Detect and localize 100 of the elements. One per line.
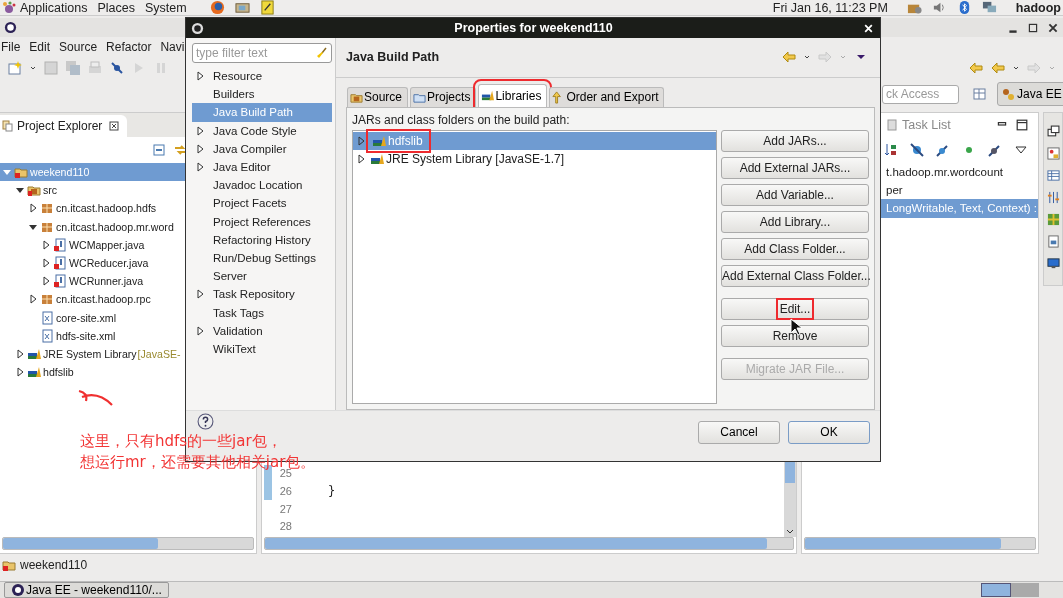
scroll-thumb[interactable] (785, 461, 795, 483)
close-icon[interactable] (1047, 21, 1059, 34)
table-icon[interactable] (1046, 169, 1060, 182)
eclipse-icon (11, 583, 25, 597)
back-arrow-icon[interactable] (990, 60, 1006, 76)
settings-page-item[interactable]: Java Code Style (192, 121, 332, 140)
servers-icon[interactable] (1046, 147, 1060, 160)
tree-arrow-icon[interactable] (195, 289, 205, 300)
hide-static-icon[interactable] (935, 142, 951, 158)
skip-breakpoints-icon[interactable] (109, 60, 125, 76)
settings-page-item[interactable]: WikiText (192, 339, 332, 358)
panel-menu[interactable]: System (144, 0, 187, 15)
settings-page-item[interactable]: Task Repository (192, 285, 332, 304)
list-label: JARs and class folders on the build path: (352, 112, 571, 127)
restore-icon[interactable] (1046, 125, 1060, 138)
ok-button[interactable]: OK (788, 420, 870, 444)
gnome-foot-icon[interactable] (2, 0, 16, 15)
scrollbar[interactable] (2, 537, 254, 550)
workspace-switcher[interactable] (981, 583, 1039, 597)
tree-label: WCRunner.java (69, 275, 144, 288)
tree-arrow-icon[interactable] (41, 258, 51, 269)
image-viewer-icon[interactable] (233, 0, 251, 15)
maximize-icon[interactable] (1016, 119, 1028, 131)
view-tab[interactable]: Project Explorer (0, 115, 128, 137)
broom-icon[interactable] (316, 47, 328, 59)
settings-page-item[interactable]: Task Tags (192, 303, 332, 322)
tree-arrow-icon[interactable] (356, 153, 366, 164)
settings-page-item[interactable]: Resource (192, 67, 332, 86)
sort-icon[interactable] (883, 142, 899, 158)
dropdown-caret-icon[interactable] (1012, 64, 1020, 72)
tree-arrow-icon[interactable] (15, 348, 25, 359)
menu-item[interactable]: Edit (29, 39, 51, 54)
maximize-icon[interactable] (1027, 21, 1039, 34)
notepad-icon[interactable] (258, 0, 276, 15)
settings-page-item[interactable]: Builders (192, 85, 332, 104)
panel-menu[interactable]: Places (97, 0, 135, 15)
scrollbar[interactable] (804, 537, 1036, 550)
tab[interactable]: Source (347, 86, 409, 107)
close-icon[interactable] (109, 121, 120, 131)
tab[interactable]: Order and Export (549, 86, 665, 107)
tree-arrow-icon[interactable] (28, 294, 38, 305)
action-button[interactable]: Add External JARs... (721, 156, 869, 179)
panel-menu[interactable]: Applications (20, 0, 88, 15)
browser-icon[interactable] (208, 0, 226, 15)
filter-field[interactable]: type filter text (192, 43, 332, 63)
menu-item[interactable]: File (1, 39, 21, 54)
monitor-icon[interactable] (1046, 257, 1060, 270)
action-button[interactable]: Remove (721, 324, 869, 347)
settings-page-item[interactable]: Validation (192, 321, 332, 340)
clock[interactable]: Fri Jan 16, 11:23 PM (772, 0, 888, 15)
menu-item[interactable]: Refactor (106, 39, 152, 54)
action-button[interactable]: Add Variable... (721, 183, 869, 206)
scrollbar[interactable] (264, 537, 794, 550)
project-folder-icon (2, 558, 16, 572)
hide-local-icon[interactable] (987, 142, 1003, 158)
action-button[interactable]: Add External Class Folder... (721, 264, 869, 287)
tree-arrow-icon[interactable] (195, 162, 205, 173)
tree-arrow-icon[interactable] (41, 276, 51, 287)
settings-page-item[interactable]: Server (192, 267, 332, 286)
tree-arrow-icon[interactable] (195, 325, 205, 336)
tree-arrow-icon[interactable] (195, 143, 205, 154)
page-heading: Java Build Path (346, 50, 440, 65)
settings-page-item[interactable]: Run/Debug Settings (192, 248, 332, 268)
last-edit-icon[interactable] (968, 60, 984, 76)
sliders-icon[interactable] (1046, 191, 1060, 204)
action-button[interactable]: Add Library... (721, 210, 869, 233)
menu-item[interactable]: Source (59, 39, 98, 54)
open-perspective-icon[interactable] (972, 86, 988, 102)
collapse-all-icon[interactable] (151, 142, 167, 158)
quick-access-field[interactable]: ck Access (882, 84, 959, 104)
tree-arrow-icon[interactable] (195, 71, 205, 82)
user-name[interactable]: hadoop (1015, 0, 1061, 15)
network-icon[interactable] (980, 0, 998, 15)
tree-arrow-icon[interactable] (195, 125, 205, 136)
task-list-icon (886, 119, 898, 131)
console-icon[interactable] (1046, 235, 1060, 248)
package-icon (40, 292, 54, 307)
perspective-button[interactable]: Java EE (997, 82, 1063, 106)
action-button[interactable]: Add Class Folder... (721, 237, 869, 260)
action-button[interactable]: Add JARs... (721, 129, 869, 152)
menu-item[interactable]: Navi (160, 39, 185, 54)
tree-item[interactable]: hdfslib (0, 363, 256, 382)
map-icon[interactable] (1046, 213, 1060, 226)
view-tab[interactable]: Task List (886, 118, 951, 132)
tree-arrow-icon[interactable] (28, 203, 38, 214)
settings-page-item[interactable]: Refactoring History (192, 230, 332, 249)
tree-decoration: [JavaSE- (137, 347, 181, 360)
tree-arrow-icon[interactable] (15, 367, 25, 378)
hide-fields-icon[interactable] (909, 142, 925, 158)
help-icon[interactable] (197, 413, 214, 430)
tree-arrow-icon[interactable] (41, 239, 51, 250)
taskbar-button[interactable]: Java EE - weekend110/... (4, 582, 169, 598)
tab[interactable]: Projects (410, 86, 477, 107)
settings-page-item[interactable]: Project Facets (192, 194, 332, 213)
dropdown-caret-icon[interactable] (29, 64, 37, 72)
library-entry[interactable]: JRE System Library [JavaSE-1.7] (353, 149, 716, 168)
settings-page-item[interactable]: Java Compiler (192, 139, 332, 158)
action-button[interactable]: Edit... (721, 297, 869, 320)
settings-page-item[interactable]: Project References (192, 212, 332, 231)
cancel-button[interactable]: Cancel (698, 420, 780, 444)
